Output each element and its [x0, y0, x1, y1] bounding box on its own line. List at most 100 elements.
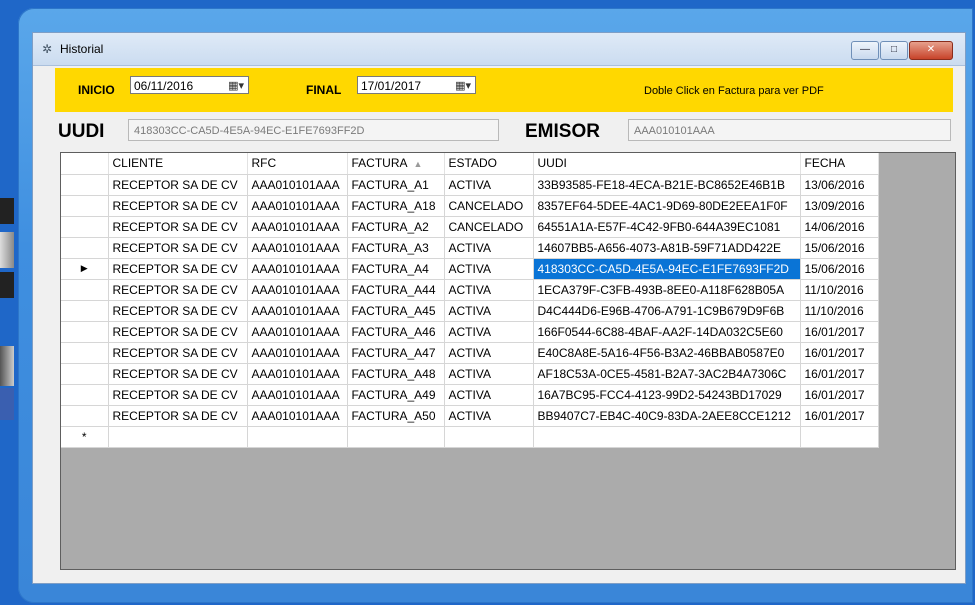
cell-rfc[interactable]: AAA010101AAA — [247, 363, 348, 385]
maximize-button[interactable]: □ — [880, 41, 908, 60]
cell-rfc[interactable]: AAA010101AAA — [247, 258, 348, 280]
cell-cliente[interactable]: RECEPTOR SA DE CV — [108, 342, 248, 364]
minimize-button[interactable]: — — [851, 41, 879, 60]
table-row[interactable]: RECEPTOR SA DE CV AAA010101AAA FACTURA_A50… — [61, 405, 879, 427]
new-row[interactable]: * — [61, 426, 879, 448]
cell-cliente[interactable]: RECEPTOR SA DE CV — [108, 321, 248, 343]
cell-fecha[interactable]: 16/01/2017 — [800, 384, 879, 406]
cell-uudi[interactable]: 33B93585-FE18-4ECA-B21E-BC8652E46B1B — [533, 174, 801, 196]
cell-uudi[interactable]: 16A7BC95-FCC4-4123-99D2-54243BD17029 — [533, 384, 801, 406]
table-row[interactable]: RECEPTOR SA DE CV AAA010101AAA FACTURA_A3 A… — [61, 237, 879, 259]
table-row[interactable]: RECEPTOR SA DE CV AAA010101AAA FACTURA_A2 C… — [61, 216, 879, 238]
cell-estado[interactable]: ACTIVA — [444, 279, 534, 301]
cell-estado[interactable]: ACTIVA — [444, 384, 534, 406]
cell-cliente[interactable]: RECEPTOR SA DE CV — [108, 174, 248, 196]
row-header[interactable] — [61, 195, 109, 217]
row-header[interactable] — [61, 363, 109, 385]
cell-fecha[interactable]: 13/09/2016 — [800, 195, 879, 217]
cell-rfc[interactable]: AAA010101AAA — [247, 279, 348, 301]
new-row-cell[interactable] — [347, 426, 445, 448]
new-row-cell[interactable] — [108, 426, 248, 448]
cell-cliente[interactable]: RECEPTOR SA DE CV — [108, 279, 248, 301]
table-row[interactable]: RECEPTOR SA DE CV AAA010101AAA FACTURA_A1 A… — [61, 174, 879, 196]
cell-estado[interactable]: ACTIVA — [444, 405, 534, 427]
cell-rfc[interactable]: AAA010101AAA — [247, 300, 348, 322]
cell-rfc[interactable]: AAA010101AAA — [247, 174, 348, 196]
table-row[interactable]: RECEPTOR SA DE CV AAA010101AAA FACTURA_A18… — [61, 195, 879, 217]
cell-factura[interactable]: FACTURA_A45 — [347, 300, 445, 322]
cell-estado[interactable]: ACTIVA — [444, 174, 534, 196]
cell-fecha[interactable]: 15/06/2016 — [800, 237, 879, 259]
column-header-cliente[interactable]: CLIENTE — [108, 153, 248, 175]
table-row[interactable]: RECEPTOR SA DE CV AAA010101AAA FACTURA_A46… — [61, 321, 879, 343]
cell-cliente[interactable]: RECEPTOR SA DE CV — [108, 258, 248, 280]
cell-factura[interactable]: FACTURA_A47 — [347, 342, 445, 364]
cell-rfc[interactable]: AAA010101AAA — [247, 321, 348, 343]
cell-fecha[interactable]: 16/01/2017 — [800, 363, 879, 385]
cell-uudi[interactable]: 418303CC-CA5D-4E5A-94EC-E1FE7693FF2D — [533, 258, 801, 280]
table-row[interactable]: RECEPTOR SA DE CV AAA010101AAA FACTURA_A47… — [61, 342, 879, 364]
cell-factura[interactable]: FACTURA_A1 — [347, 174, 445, 196]
cell-fecha[interactable]: 16/01/2017 — [800, 405, 879, 427]
cell-fecha[interactable]: 13/06/2016 — [800, 174, 879, 196]
cell-rfc[interactable]: AAA010101AAA — [247, 384, 348, 406]
cell-fecha[interactable]: 11/10/2016 — [800, 279, 879, 301]
new-row-cell[interactable] — [444, 426, 534, 448]
cell-uudi[interactable]: BB9407C7-EB4C-40C9-83DA-2AEE8CCE1212 — [533, 405, 801, 427]
cell-cliente[interactable]: RECEPTOR SA DE CV — [108, 384, 248, 406]
calendar-icon[interactable]: ▦▾ — [228, 77, 244, 95]
cell-factura[interactable]: FACTURA_A46 — [347, 321, 445, 343]
table-row[interactable]: RECEPTOR SA DE CV AAA010101AAA FACTURA_A48… — [61, 363, 879, 385]
cell-cliente[interactable]: RECEPTOR SA DE CV — [108, 216, 248, 238]
cell-factura[interactable]: FACTURA_A44 — [347, 279, 445, 301]
cell-uudi[interactable]: 1ECA379F-C3FB-493B-8EE0-A118F628B05A — [533, 279, 801, 301]
cell-factura[interactable]: FACTURA_A2 — [347, 216, 445, 238]
row-header[interactable] — [61, 174, 109, 196]
row-header[interactable] — [61, 321, 109, 343]
cell-estado[interactable]: ACTIVA — [444, 342, 534, 364]
new-row-marker[interactable]: * — [61, 426, 109, 448]
cell-cliente[interactable]: RECEPTOR SA DE CV — [108, 237, 248, 259]
cell-uudi[interactable]: E40C8A8E-5A16-4F56-B3A2-46BBAB0587E0 — [533, 342, 801, 364]
cell-factura[interactable]: FACTURA_A3 — [347, 237, 445, 259]
new-row-cell[interactable] — [247, 426, 348, 448]
row-header[interactable] — [61, 279, 109, 301]
row-header[interactable] — [61, 300, 109, 322]
cell-cliente[interactable]: RECEPTOR SA DE CV — [108, 300, 248, 322]
invoice-grid[interactable]: CLIENTE RFC FACTURA ▲ ESTADO UUDI FECHA R… — [60, 152, 956, 570]
cell-factura[interactable]: FACTURA_A48 — [347, 363, 445, 385]
table-row[interactable]: RECEPTOR SA DE CV AAA010101AAA FACTURA_A44… — [61, 279, 879, 301]
cell-fecha[interactable]: 16/01/2017 — [800, 321, 879, 343]
end-date-picker[interactable]: 17/01/2017 ▦▾ — [357, 76, 476, 94]
cell-rfc[interactable]: AAA010101AAA — [247, 405, 348, 427]
column-header-estado[interactable]: ESTADO — [444, 153, 534, 175]
cell-rfc[interactable]: AAA010101AAA — [247, 195, 348, 217]
cell-fecha[interactable]: 15/06/2016 — [800, 258, 879, 280]
column-header-fecha[interactable]: FECHA — [800, 153, 879, 175]
cell-rfc[interactable]: AAA010101AAA — [247, 342, 348, 364]
cell-uudi[interactable]: 8357EF64-5DEE-4AC1-9D69-80DE2EEA1F0F — [533, 195, 801, 217]
row-header[interactable]: ▶ — [61, 258, 109, 280]
cell-fecha[interactable]: 14/06/2016 — [800, 216, 879, 238]
row-header[interactable] — [61, 342, 109, 364]
cell-estado[interactable]: ACTIVA — [444, 237, 534, 259]
cell-uudi[interactable]: 14607BB5-A656-4073-A81B-59F71ADD422E — [533, 237, 801, 259]
uudi-field[interactable]: 418303CC-CA5D-4E5A-94EC-E1FE7693FF2D — [128, 119, 499, 141]
cell-factura[interactable]: FACTURA_A50 — [347, 405, 445, 427]
cell-uudi[interactable]: AF18C53A-0CE5-4581-B2A7-3AC2B4A7306C — [533, 363, 801, 385]
cell-estado[interactable]: CANCELADO — [444, 216, 534, 238]
cell-factura[interactable]: FACTURA_A49 — [347, 384, 445, 406]
cell-factura[interactable]: FACTURA_A18 — [347, 195, 445, 217]
table-row[interactable]: RECEPTOR SA DE CV AAA010101AAA FACTURA_A45… — [61, 300, 879, 322]
column-header-factura[interactable]: FACTURA ▲ — [347, 153, 445, 175]
close-button[interactable]: ✕ — [909, 41, 953, 60]
cell-estado[interactable]: ACTIVA — [444, 300, 534, 322]
cell-fecha[interactable]: 11/10/2016 — [800, 300, 879, 322]
cell-uudi[interactable]: 64551A1A-E57F-4C42-9FB0-644A39EC1081 — [533, 216, 801, 238]
row-header-corner[interactable] — [61, 153, 109, 175]
cell-uudi[interactable]: D4C444D6-E96B-4706-A791-1C9B679D9F6B — [533, 300, 801, 322]
title-bar[interactable]: ✲ Historial — □ ✕ — [33, 33, 965, 66]
cell-fecha[interactable]: 16/01/2017 — [800, 342, 879, 364]
cell-estado[interactable]: CANCELADO — [444, 195, 534, 217]
row-header[interactable] — [61, 405, 109, 427]
